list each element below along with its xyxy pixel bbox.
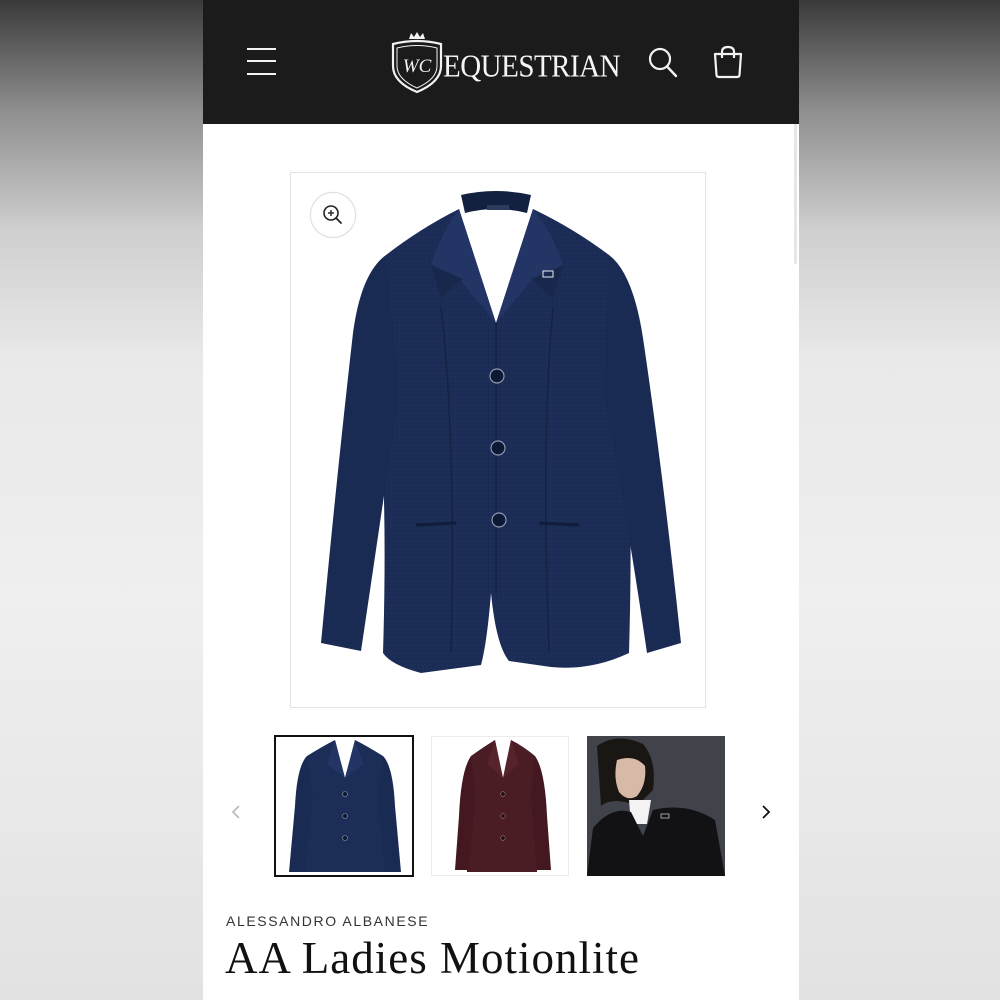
hamburger-menu-icon: [247, 48, 276, 50]
site-header: WC EQUESTRIAN: [203, 0, 799, 124]
navy-jacket-thumbnail: [289, 740, 401, 872]
shopping-bag-icon: [713, 45, 743, 79]
zoom-in-icon: [323, 205, 342, 224]
model-black-jacket-thumbnail: [587, 736, 725, 876]
logo-monogram: WC: [403, 56, 432, 77]
search-icon: [648, 47, 678, 78]
backdrop-right: [799, 0, 1000, 1000]
main-product-image[interactable]: [290, 172, 706, 708]
logo-text: EQUESTRIAN: [443, 49, 621, 85]
search-button[interactable]: [647, 46, 679, 80]
burgundy-jacket-thumbnail: [455, 740, 551, 872]
product-page: WC EQUESTRIAN ALESSANDRO ALBANESE AA Lad…: [203, 0, 799, 1000]
chevron-right-icon: [762, 805, 771, 819]
zoom-button[interactable]: [310, 192, 356, 238]
product-title: AA Ladies Motionlite: [225, 933, 640, 983]
thumbnail-carousel: [203, 735, 799, 880]
carousel-next-button[interactable]: [757, 802, 775, 822]
menu-line: [247, 73, 276, 75]
product-brand: ALESSANDRO ALBANESE: [226, 913, 430, 929]
menu-line: [247, 60, 276, 62]
thumbnail-model-photo[interactable]: [587, 736, 725, 876]
thumbnail-navy-jacket[interactable]: [274, 735, 414, 877]
crown-crest-icon: WC: [391, 32, 443, 94]
backdrop-left: [0, 0, 203, 1000]
scrollbar[interactable]: [794, 124, 797, 264]
chevron-left-icon: [231, 805, 240, 819]
navy-jacket-image: [321, 191, 681, 673]
site-logo[interactable]: WC EQUESTRIAN: [387, 30, 621, 94]
cart-button[interactable]: [711, 44, 745, 80]
carousel-prev-button[interactable]: [227, 802, 245, 822]
menu-button[interactable]: [247, 46, 277, 78]
thumbnail-burgundy-jacket[interactable]: [431, 736, 569, 876]
